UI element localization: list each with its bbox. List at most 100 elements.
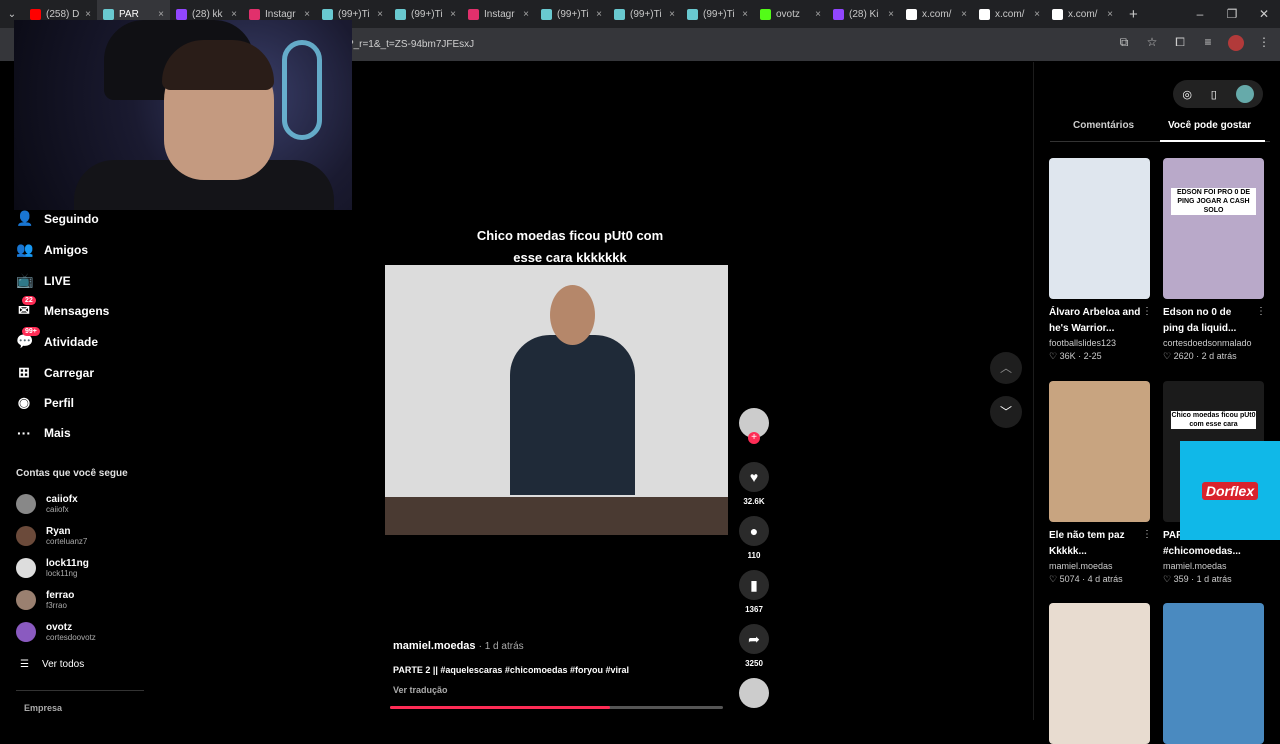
sidebar-divider: [16, 690, 144, 691]
account-avatar: [16, 526, 36, 546]
maximize-button[interactable]: ❐: [1216, 0, 1248, 28]
next-video-button[interactable]: ﹀: [990, 396, 1022, 428]
browser-toolbar-icons: ⧉ ☆ ⧠ ≡ ⋮: [1116, 35, 1272, 51]
card-thumbnail[interactable]: [1049, 603, 1150, 744]
card-user[interactable]: cortesdoedsonmalado: [1163, 338, 1264, 348]
card-thumbnail[interactable]: [1049, 381, 1150, 522]
account-name: ovotz: [46, 622, 73, 633]
tab-close-icon[interactable]: ×: [158, 9, 164, 20]
tab-close-icon[interactable]: ×: [596, 9, 602, 20]
like-action[interactable]: ♥ 32.6K: [738, 462, 770, 506]
more-options-icon[interactable]: ⋮: [1142, 306, 1152, 317]
share-icon[interactable]: ➦: [739, 624, 769, 654]
following-account[interactable]: lock11ng lock11ng: [16, 558, 89, 578]
heart-icon[interactable]: ♥: [739, 462, 769, 492]
sidebar-item-mensagens[interactable]: ✉ 22 Mensagens: [16, 296, 109, 319]
tab-suggested[interactable]: Você pode gostar: [1168, 120, 1251, 131]
save-action[interactable]: ▮ 1367: [738, 570, 770, 614]
comment-icon[interactable]: ●: [739, 516, 769, 546]
more-options-icon[interactable]: ⋮: [1256, 306, 1266, 317]
following-account[interactable]: caiiofx caiiofx: [16, 494, 78, 514]
follow-plus-icon[interactable]: +: [748, 432, 760, 444]
new-tab-button[interactable]: +: [1129, 6, 1138, 23]
mobile-icon[interactable]: ▯: [1211, 88, 1217, 101]
translate-link[interactable]: Ver tradução: [393, 685, 448, 695]
tab-close-icon[interactable]: ×: [450, 9, 456, 20]
sidebar-item-atividade[interactable]: 💬 99+ Atividade: [16, 327, 98, 350]
video-progress-bar[interactable]: [390, 706, 723, 709]
browser-tab[interactable]: (99+)Ti ×: [535, 0, 608, 28]
browser-tab[interactable]: x.com/ ×: [973, 0, 1046, 28]
suggested-video-card[interactable]: [1049, 603, 1150, 744]
share-action[interactable]: ➦ 3250: [738, 624, 770, 668]
browser-tab[interactable]: (28) Ki ×: [827, 0, 900, 28]
company-link[interactable]: Empresa: [24, 703, 62, 713]
user-avatar[interactable]: [1235, 85, 1254, 103]
tab-close-icon[interactable]: ×: [888, 9, 894, 20]
tab-favicon-icon: [1052, 8, 1063, 20]
suggested-video-card[interactable]: EDSON FOI PRO 0 DE PING JOGAR A CASH SOL…: [1163, 158, 1266, 362]
tab-close-icon[interactable]: ×: [85, 9, 91, 20]
see-all-link[interactable]: ☰ Ver todos: [20, 659, 84, 670]
view-tools-pill: ◎ ▯: [1173, 80, 1263, 108]
close-window-button[interactable]: ✕: [1248, 0, 1280, 28]
browser-tab[interactable]: Instagr ×: [462, 0, 535, 28]
video-player[interactable]: [385, 265, 728, 535]
tab-close-icon[interactable]: ×: [231, 9, 237, 20]
tab-close-icon[interactable]: ×: [669, 9, 675, 20]
tab-close-icon[interactable]: ×: [1107, 9, 1113, 20]
browser-tab[interactable]: ovotz ×: [754, 0, 827, 28]
video-progress-fill: [390, 706, 610, 709]
browser-tab[interactable]: (99+)Ti ×: [389, 0, 462, 28]
suggested-video-card[interactable]: Ele não tem paz Kkkkk... ⋮ mamiel.moedas ♡ …: [1049, 381, 1152, 585]
card-thumbnail[interactable]: [1163, 603, 1264, 744]
following-account[interactable]: Ryan corteluanz7: [16, 526, 87, 546]
creator-avatar-button[interactable]: +: [738, 408, 770, 444]
sound-avatar-button[interactable]: [738, 678, 770, 708]
card-thumbnail[interactable]: EDSON FOI PRO 0 DE PING JOGAR A CASH SOL…: [1163, 158, 1264, 299]
author-name[interactable]: mamiel.moedas: [393, 640, 476, 652]
minimize-button[interactable]: –: [1184, 0, 1216, 28]
tab-comments[interactable]: Comentários: [1073, 120, 1134, 131]
cast-icon[interactable]: ⧉: [1116, 35, 1132, 51]
tab-close-icon[interactable]: ×: [815, 9, 821, 20]
reading-list-icon[interactable]: ≡: [1200, 35, 1216, 51]
profile-avatar[interactable]: [1228, 35, 1244, 51]
bookmark-icon[interactable]: ▮: [739, 570, 769, 600]
tab-search-icon[interactable]: ⌄: [0, 9, 24, 20]
sidebar-item-amigos[interactable]: 👥 Amigos: [16, 241, 88, 258]
bookmark-star-icon[interactable]: ☆: [1144, 35, 1160, 51]
nav-glyph-icon: ◉: [17, 394, 31, 410]
more-options-icon[interactable]: ⋮: [1142, 529, 1152, 540]
comment-action[interactable]: ● 110: [738, 516, 770, 560]
browser-menu-icon[interactable]: ⋮: [1256, 35, 1272, 51]
following-account[interactable]: ovotz cortesdoovotz: [16, 622, 96, 642]
card-user[interactable]: mamiel.moedas: [1049, 561, 1150, 571]
tab-close-icon[interactable]: ×: [742, 9, 748, 20]
browser-tab[interactable]: (99+)Ti ×: [608, 0, 681, 28]
tab-close-icon[interactable]: ×: [1034, 9, 1040, 20]
card-thumbnail[interactable]: [1049, 158, 1150, 299]
url-field[interactable]: ?_r=1&_t=ZS-94bm7JFEsxJ: [348, 39, 474, 50]
sidebar-item-perfil[interactable]: ◉ Perfil: [16, 394, 74, 411]
sidebar-item-mais[interactable]: ··· Mais: [16, 425, 71, 441]
sidebar-item-live[interactable]: 📺 LIVE: [16, 272, 71, 289]
compass-icon[interactable]: ◎: [1182, 88, 1192, 101]
card-user[interactable]: footballslides123: [1049, 338, 1150, 348]
suggested-video-card[interactable]: [1163, 603, 1264, 744]
suggested-video-card[interactable]: Álvaro Arbeloa and he's Warrior... ⋮ footb…: [1049, 158, 1152, 362]
sidebar-item-carregar[interactable]: ⊞ Carregar: [16, 364, 94, 381]
following-account[interactable]: ferrao f3rrao: [16, 590, 74, 610]
sidebar-item-seguindo[interactable]: 👤 Seguindo: [16, 210, 99, 227]
browser-tab[interactable]: x.com/ ×: [1046, 0, 1119, 28]
tab-close-icon[interactable]: ×: [523, 9, 529, 20]
extensions-icon[interactable]: ⧠: [1172, 35, 1188, 51]
previous-video-button[interactable]: ︿: [990, 352, 1022, 384]
browser-tab[interactable]: x.com/ ×: [900, 0, 973, 28]
card-user[interactable]: mamiel.moedas: [1163, 561, 1264, 571]
tab-close-icon[interactable]: ×: [961, 9, 967, 20]
tab-close-icon[interactable]: ×: [304, 9, 310, 20]
tab-close-icon[interactable]: ×: [377, 9, 383, 20]
browser-tab[interactable]: (99+)Ti ×: [681, 0, 754, 28]
ad-overlay[interactable]: Dorflex: [1180, 441, 1280, 540]
